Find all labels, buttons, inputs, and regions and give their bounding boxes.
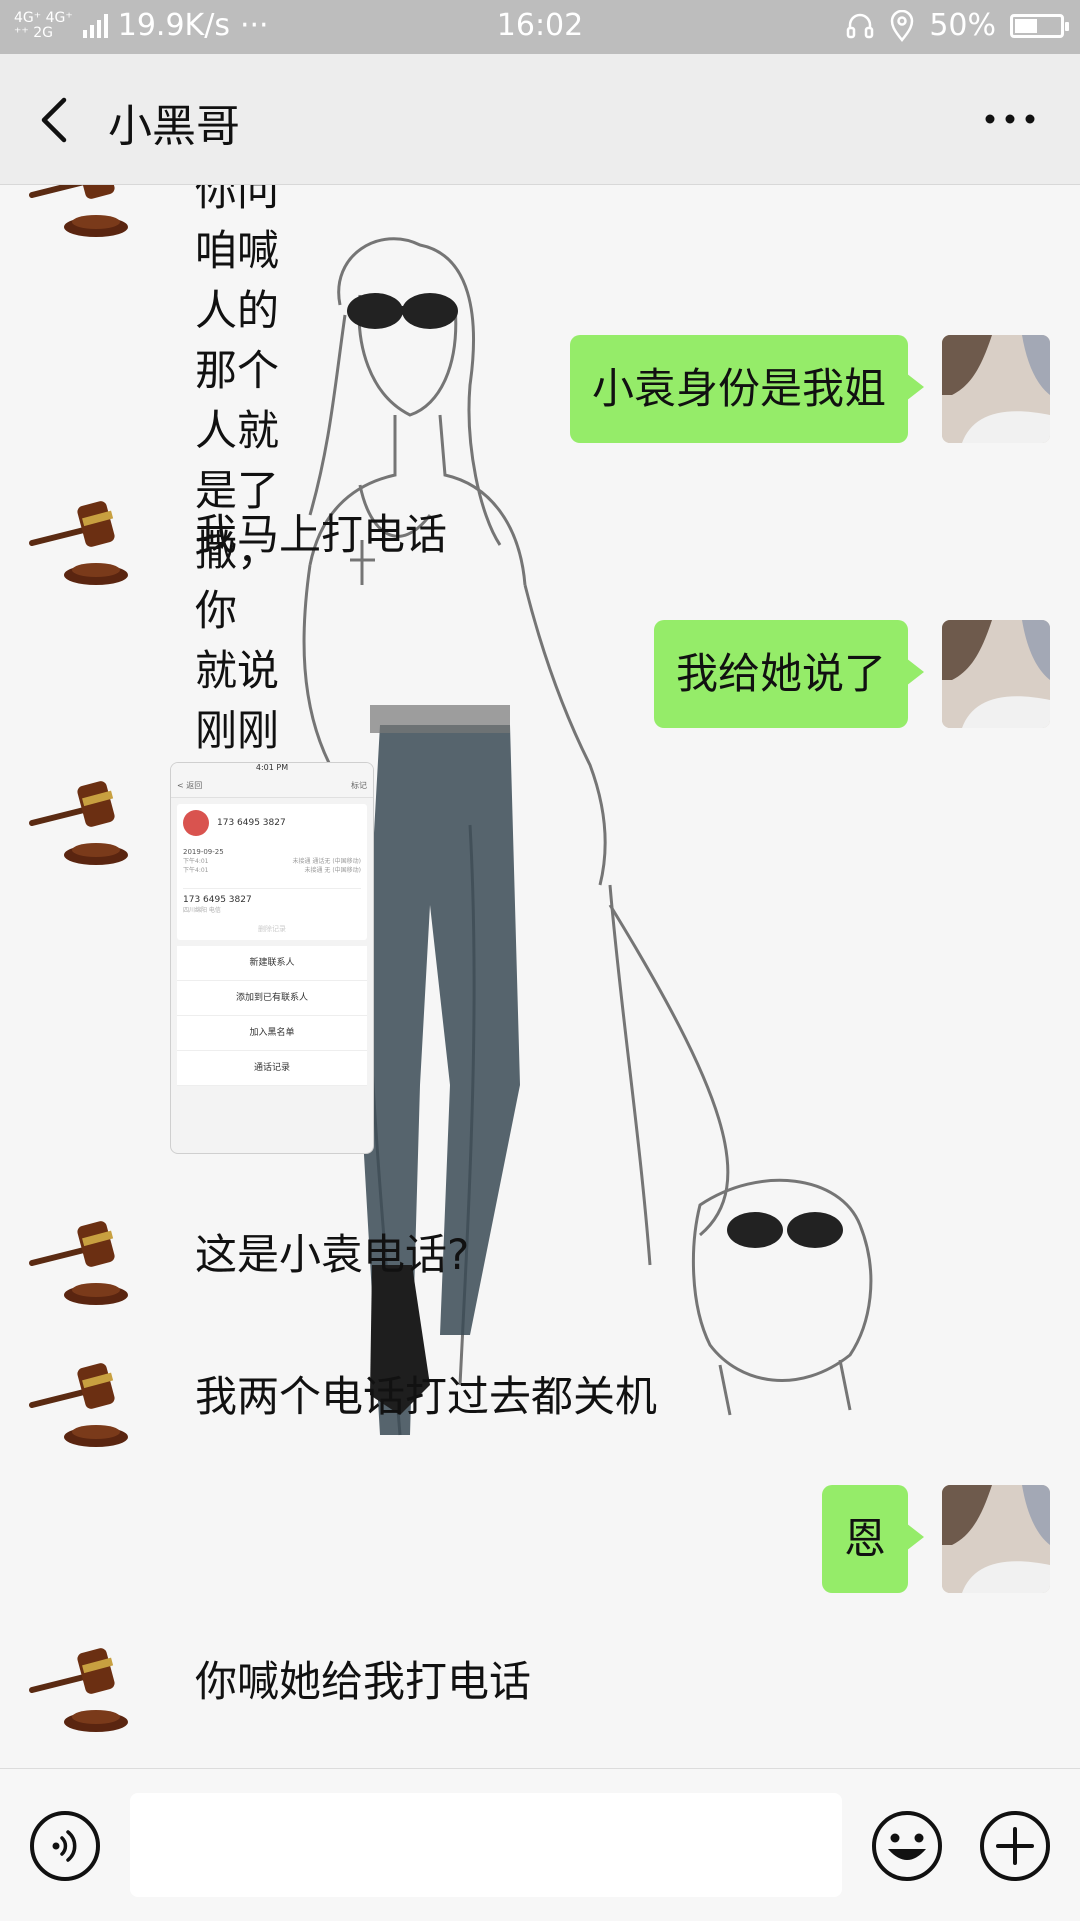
avatar[interactable]: [26, 1632, 134, 1740]
screenshot-back: < 返回: [177, 781, 203, 790]
avatar-self[interactable]: [942, 620, 1050, 728]
screenshot-menu-item: 新建联系人: [177, 946, 367, 981]
input-bar: [0, 1768, 1080, 1921]
battery-percent: 50%: [929, 8, 996, 43]
status-right: 50%: [845, 8, 1069, 43]
call-time: 下午4:01: [183, 867, 209, 874]
avatar[interactable]: [26, 185, 134, 245]
screenshot-location: 四川绵阳 电信: [183, 907, 221, 914]
screenshot-number-block: 173 6495 3827 四川绵阳 电信: [183, 888, 361, 914]
plus-icon[interactable]: [978, 1809, 1052, 1883]
emoji-icon[interactable]: [870, 1809, 944, 1883]
call-note: 未接通 通话无 (中国移动): [292, 858, 362, 865]
more-dots-icon[interactable]: [980, 104, 1040, 134]
location-icon: [891, 9, 914, 42]
screenshot-call-row: 下午4:01 未接通 无 (中国移动): [183, 865, 361, 874]
status-bar: 4G⁺ 4G⁺ ⁺⁺ 2G 19.9K/s ··· 16:02 50%: [0, 0, 1080, 54]
battery-fill: [1015, 18, 1037, 33]
avatar[interactable]: [26, 1205, 134, 1313]
screenshot-menu-item: 加入黑名单: [177, 1016, 367, 1051]
gavel-icon: [29, 781, 128, 865]
call-note: 未接通 无 (中国移动): [304, 867, 362, 874]
avatar-self[interactable]: [942, 1485, 1050, 1593]
screenshot-edit: 标记: [351, 781, 367, 790]
screenshot-faded-action: 删除记录: [258, 925, 286, 933]
voice-icon[interactable]: [28, 1809, 102, 1883]
screenshot-menu-item: 通话记录: [177, 1051, 367, 1086]
screenshot-number: 173 6495 3827: [217, 818, 286, 828]
avatar-photo-icon: [942, 620, 1050, 728]
message-text: 恩: [843, 1514, 886, 1563]
message-text: 我给她说了: [675, 649, 886, 698]
avatar-photo-icon: [942, 335, 1050, 443]
gavel-icon: [29, 1363, 128, 1447]
screenshot-contact-card: 173 6495 3827 2019-09-25 下午4:01 未接通 通话无 …: [177, 804, 367, 940]
chat-title: 小黑哥: [108, 101, 240, 152]
gavel-icon: [29, 1221, 128, 1305]
headset-icon: [847, 13, 874, 38]
gavel-icon: [29, 185, 128, 237]
message-text: 我马上打电话: [195, 510, 448, 559]
message-bubble-right[interactable]: 小袁身份是我姐: [569, 335, 925, 443]
avatar[interactable]: [26, 485, 134, 593]
message-text: 我两个电话打过去都关机: [195, 1372, 658, 1421]
battery-icon: [1010, 13, 1069, 38]
chat-header: 小黑哥: [0, 54, 1080, 185]
screenshot-number-2: 173 6495 3827: [183, 895, 252, 905]
chat-area[interactable]: 你问咱喊人的那个人就是了撒，你 就说刚刚上洗手间去了 小袁身份是我姐 我马上打电…: [0, 185, 1080, 1768]
screenshot-menu-item: 添加到已有联系人: [177, 981, 367, 1016]
gavel-icon: [29, 1648, 128, 1732]
message-text: 你喊她给我打电话: [195, 1657, 532, 1706]
avatar-self[interactable]: [942, 335, 1050, 443]
avatar[interactable]: [26, 1347, 134, 1455]
message-text: 这是小袁电话?: [195, 1230, 470, 1279]
chevron-left-icon[interactable]: [30, 90, 80, 150]
screenshot-status-time: 4:01 PM: [171, 763, 373, 775]
avatar[interactable]: [26, 765, 134, 873]
screenshot-call-row: 下午4:01 未接通 通话无 (中国移动): [183, 856, 361, 865]
message-text: 小袁身份是我姐: [591, 364, 886, 413]
message-text-line: 你问咱喊人的那个人就是了撒，你: [195, 185, 280, 635]
contact-avatar-icon: [183, 810, 209, 836]
message-bubble-right[interactable]: 我给她说了: [653, 620, 925, 728]
message-input[interactable]: [130, 1793, 842, 1897]
gavel-icon: [29, 501, 128, 585]
call-time: 下午4:01: [183, 858, 209, 865]
screenshot-date: 2019-09-25: [183, 848, 224, 856]
image-message-screenshot[interactable]: 4:01 PM < 返回 标记 173 6495 3827 2019-09-25…: [170, 762, 374, 1154]
screenshot-nav: < 返回 标记: [171, 775, 373, 798]
screenshot-menu: 新建联系人 添加到已有联系人 加入黑名单 通话记录: [177, 946, 367, 1086]
avatar-photo-icon: [942, 1485, 1050, 1593]
message-bubble-right[interactable]: 恩: [821, 1485, 925, 1593]
screenshot-contact-header: 173 6495 3827: [183, 810, 361, 836]
